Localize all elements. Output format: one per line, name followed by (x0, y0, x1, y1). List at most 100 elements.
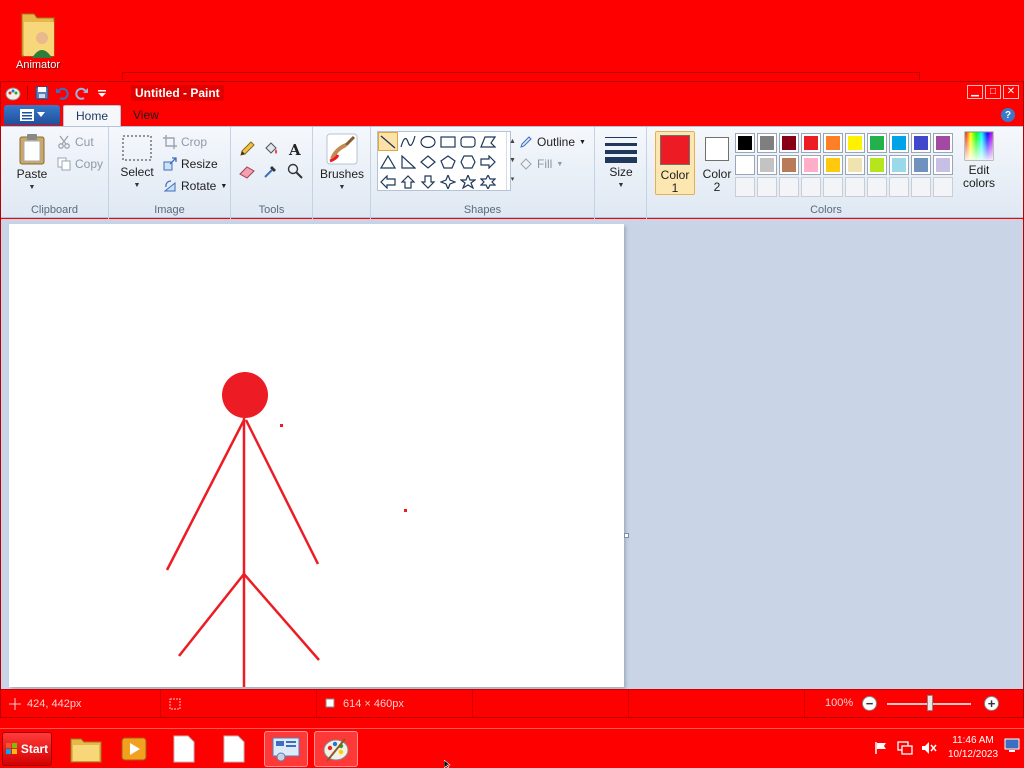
volume-muted-icon[interactable] (920, 739, 938, 757)
palette-color[interactable] (889, 133, 909, 153)
shape-hexagon[interactable] (458, 152, 478, 171)
palette-color[interactable] (735, 155, 755, 175)
taskbar-document-1[interactable] (162, 731, 206, 767)
palette-color[interactable] (801, 155, 821, 175)
fill-tool[interactable] (261, 139, 281, 159)
resize-button[interactable]: Resize (163, 157, 218, 171)
maximize-button[interactable]: □ (985, 85, 1001, 99)
copy-button[interactable]: Copy (57, 157, 103, 171)
palette-color[interactable] (823, 133, 843, 153)
paint-menu-button[interactable] (4, 105, 60, 125)
crop-button[interactable]: Crop (163, 135, 207, 149)
palette-custom-slot[interactable] (845, 177, 865, 197)
shape-polygon[interactable] (478, 132, 498, 151)
magnifier-tool[interactable] (285, 161, 305, 181)
zoom-out-button[interactable]: − (862, 696, 877, 711)
text-tool[interactable]: A (285, 139, 305, 159)
customize-qat-icon[interactable] (94, 85, 110, 101)
taskbar-file-explorer[interactable] (64, 731, 108, 767)
palette-custom-slot[interactable] (867, 177, 887, 197)
palette-color[interactable] (757, 133, 777, 153)
color-2-button[interactable]: Color 2 (697, 131, 737, 195)
size-button[interactable]: Size ▼ (601, 133, 641, 192)
tab-home[interactable]: Home (63, 105, 122, 126)
show-desktop-icon[interactable] (1004, 737, 1020, 753)
drawing-canvas[interactable] (9, 224, 624, 687)
shape-right-triangle[interactable] (398, 152, 418, 171)
palette-color[interactable] (911, 155, 931, 175)
palette-color[interactable] (757, 155, 777, 175)
palette-color[interactable] (933, 133, 953, 153)
brushes-button[interactable]: Brushes ▼ (317, 133, 367, 194)
redo-icon[interactable] (74, 85, 90, 101)
palette-color[interactable] (911, 133, 931, 153)
zoom-slider-thumb[interactable] (927, 695, 933, 711)
palette-color[interactable] (801, 133, 821, 153)
zoom-in-button[interactable]: + (984, 696, 999, 711)
shape-oval[interactable] (418, 132, 438, 151)
palette-color[interactable] (823, 155, 843, 175)
taskbar-media-player[interactable] (112, 731, 156, 767)
shape-down-arrow[interactable] (418, 172, 438, 191)
palette-custom-slot[interactable] (779, 177, 799, 197)
shape-four-point-star[interactable] (438, 172, 458, 191)
color-1-button[interactable]: Color 1 (655, 131, 695, 195)
fill-button[interactable]: Fill ▼ (519, 157, 563, 171)
shape-diamond[interactable] (418, 152, 438, 171)
undo-icon[interactable] (54, 85, 70, 101)
desktop-icon-animator[interactable]: Animator (10, 6, 66, 71)
paint-app-icon[interactable] (5, 85, 21, 101)
shape-rectangle[interactable] (438, 132, 458, 151)
palette-color[interactable] (845, 133, 865, 153)
palette-custom-slot[interactable] (911, 177, 931, 197)
shape-triangle[interactable] (378, 152, 398, 171)
palette-color[interactable] (889, 155, 909, 175)
palette-color[interactable] (933, 155, 953, 175)
title-bar[interactable]: Untitled - Paint ▁ □ ✕ (1, 82, 1023, 104)
canvas-resize-handle-right[interactable] (624, 533, 629, 538)
shape-six-point-star[interactable] (478, 172, 498, 191)
palette-custom-slot[interactable] (735, 177, 755, 197)
outline-button[interactable]: Outline ▼ (519, 135, 586, 149)
palette-color[interactable] (867, 133, 887, 153)
select-button[interactable]: Select ▼ (117, 133, 157, 192)
close-button[interactable]: ✕ (1003, 85, 1019, 99)
palette-color[interactable] (735, 133, 755, 153)
shapes-scroll[interactable]: ▲ ▼ ▾ (506, 132, 518, 190)
taskbar-paint[interactable] (314, 731, 358, 767)
palette-color[interactable] (779, 155, 799, 175)
network-icon[interactable] (896, 739, 914, 757)
minimize-button[interactable]: ▁ (967, 85, 983, 99)
action-center-flag-icon[interactable] (872, 739, 890, 757)
start-button[interactable]: Start (2, 732, 52, 766)
save-icon[interactable] (34, 85, 50, 101)
eraser-tool[interactable] (237, 161, 257, 181)
canvas-workspace[interactable] (1, 219, 1023, 768)
tab-view[interactable]: View (121, 105, 171, 126)
shape-rounded-rectangle[interactable] (458, 132, 478, 151)
palette-custom-slot[interactable] (823, 177, 843, 197)
shape-left-arrow[interactable] (378, 172, 398, 191)
color-picker-tool[interactable] (261, 161, 281, 181)
palette-custom-slot[interactable] (801, 177, 821, 197)
palette-custom-slot[interactable] (757, 177, 777, 197)
palette-custom-slot[interactable] (933, 177, 953, 197)
shape-up-arrow[interactable] (398, 172, 418, 191)
pencil-tool[interactable] (237, 139, 257, 159)
help-button[interactable]: ? (1001, 108, 1015, 122)
palette-color[interactable] (867, 155, 887, 175)
shape-curve[interactable] (398, 132, 418, 151)
palette-color[interactable] (845, 155, 865, 175)
shape-right-arrow[interactable] (478, 152, 498, 171)
palette-color[interactable] (779, 133, 799, 153)
paste-button[interactable]: Paste ▼ (11, 133, 53, 194)
shape-five-point-star[interactable] (458, 172, 478, 191)
system-clock[interactable]: 11:46 AM 10/12/2023 (942, 734, 1004, 762)
shape-pentagon[interactable] (438, 152, 458, 171)
shape-line[interactable] (378, 132, 398, 151)
cut-button[interactable]: Cut (57, 135, 94, 149)
palette-custom-slot[interactable] (889, 177, 909, 197)
taskbar-document-2[interactable] (212, 731, 256, 767)
rotate-button[interactable]: Rotate ▼ (163, 179, 227, 193)
edit-colors-button[interactable]: Edit colors (959, 131, 999, 190)
